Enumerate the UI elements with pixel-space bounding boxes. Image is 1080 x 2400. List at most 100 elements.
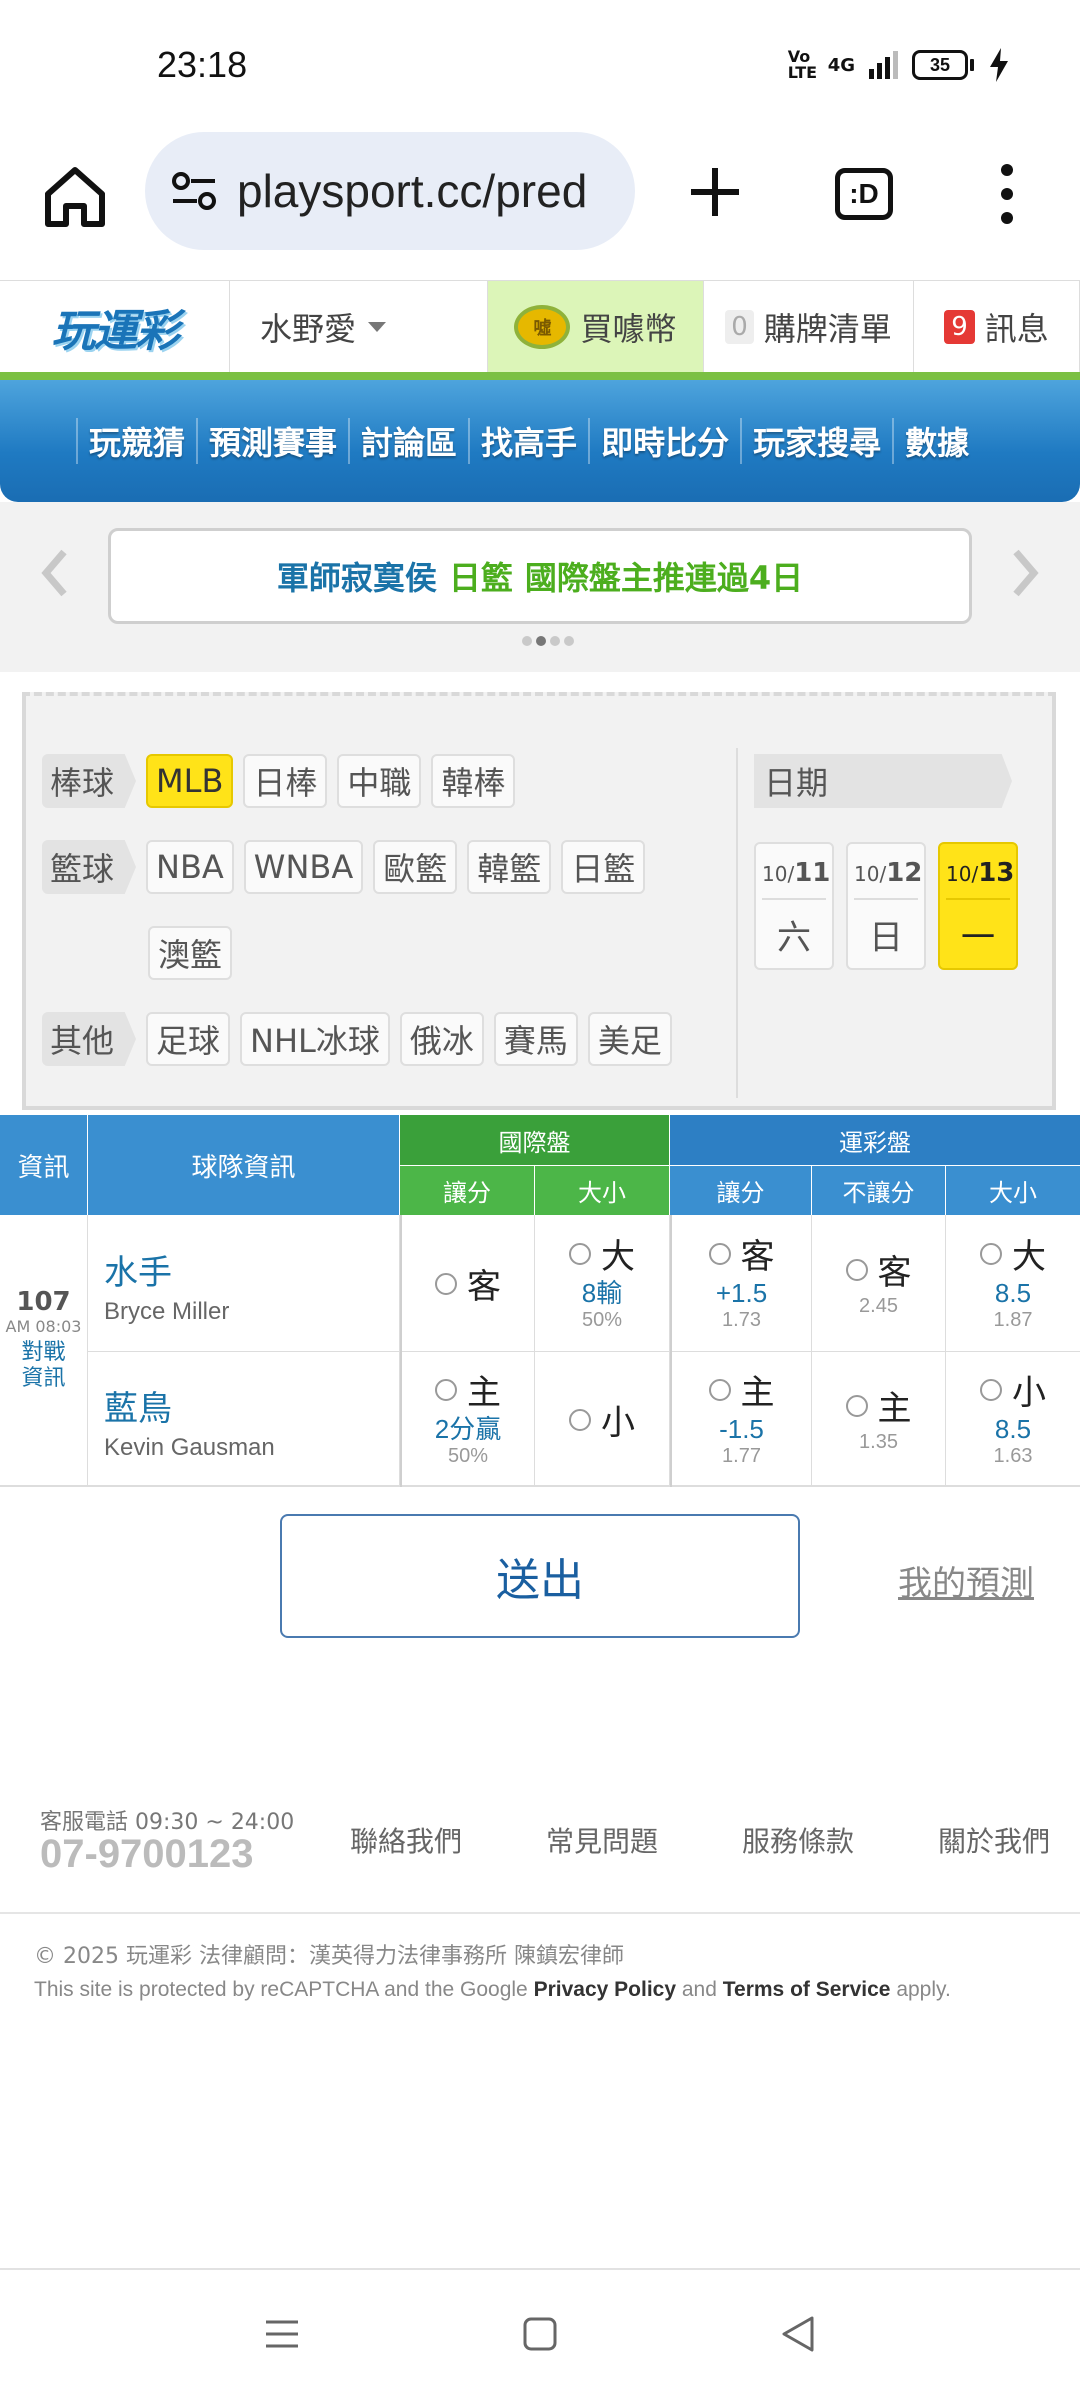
- game-info: 107 AM 08:03 對戰 資訊: [0, 1215, 88, 1487]
- intl-spread-home[interactable]: 主 2分贏 50%: [400, 1351, 535, 1487]
- chevron-right-icon[interactable]: [1010, 548, 1040, 598]
- league-chip[interactable]: 中職: [337, 754, 422, 808]
- league-chip[interactable]: 澳籃: [148, 926, 233, 980]
- charging-icon: [990, 48, 1008, 82]
- league-chip[interactable]: 足球: [146, 1012, 231, 1066]
- league-chip-mlb[interactable]: MLB: [146, 754, 234, 808]
- category-label: 棒球: [42, 754, 137, 808]
- date-card[interactable]: 10/11 六: [754, 842, 834, 970]
- radio-button[interactable]: [708, 1378, 731, 1401]
- system-nav-bar: [0, 2268, 1080, 2400]
- radio-button[interactable]: [435, 1378, 457, 1401]
- nav-item-live-score[interactable]: 即時比分: [588, 418, 740, 464]
- buy-coins-button[interactable]: 噓 買噱幣: [488, 281, 704, 373]
- radio-button[interactable]: [845, 1258, 868, 1281]
- sp-total-away[interactable]: 大 8.5 1.87: [946, 1215, 1080, 1351]
- radio-button[interactable]: [845, 1394, 868, 1417]
- new-tab-icon[interactable]: [685, 162, 745, 222]
- intl-total-home[interactable]: 小: [535, 1351, 670, 1487]
- league-chip[interactable]: 俄冰: [399, 1012, 484, 1066]
- url-text: playsport.cc/pred: [237, 165, 588, 217]
- sp-moneyline-home[interactable]: 主 1.35: [812, 1351, 946, 1487]
- message-count-badge: 9: [944, 310, 975, 344]
- radio-button[interactable]: [569, 1242, 591, 1265]
- filter-panel: 棒球 MLB 日棒 中職 韓棒 籃球 NBA WNBA 歐籃 韓籃 日籃 澳籃 …: [22, 692, 1056, 1110]
- footer-link-faq[interactable]: 常見問題: [546, 1820, 658, 1860]
- team-name[interactable]: 水手: [104, 1245, 399, 1294]
- team-name[interactable]: 藍鳥: [104, 1381, 399, 1430]
- user-menu[interactable]: 水野愛: [230, 281, 488, 373]
- my-predictions-link[interactable]: 我的預測: [898, 1556, 1034, 1605]
- nav-item-data[interactable]: 數據: [892, 418, 980, 464]
- sp-total-home[interactable]: 小 8.5 1.63: [946, 1351, 1080, 1487]
- league-chip[interactable]: 賽馬: [493, 1012, 578, 1066]
- league-chip[interactable]: 日籃: [561, 840, 646, 894]
- date-card[interactable]: 10/12 日: [846, 842, 926, 970]
- address-bar[interactable]: playsport.cc/pred: [145, 132, 635, 250]
- intl-total-away[interactable]: 大 8輸 50%: [535, 1215, 670, 1351]
- header-sp-moneyline: 不讓分: [812, 1165, 946, 1215]
- nav-item-player-search[interactable]: 玩家搜尋: [740, 418, 892, 464]
- filter-row-basketball: 籃球 NBA WNBA 歐籃 韓籃 日籃: [42, 840, 646, 894]
- away-team: 水手 Bryce Miller: [88, 1215, 400, 1351]
- chevron-left-icon[interactable]: [40, 548, 70, 598]
- main-nav: 玩競猜 預測賽事 討論區 找高手 即時比分 玩家搜尋 數據: [0, 380, 1080, 502]
- filter-row-other: 其他 足球 NHL冰球 俄冰 賽馬 美足: [42, 1012, 672, 1066]
- header-team: 球隊資訊: [88, 1115, 400, 1215]
- footer-links: 聯絡我們 常見問題 服務條款 關於我們: [350, 1820, 1050, 1860]
- radio-button[interactable]: [569, 1408, 591, 1431]
- footer-link-about[interactable]: 關於我們: [938, 1820, 1050, 1860]
- footer-link-terms[interactable]: 服務條款: [742, 1820, 854, 1860]
- league-chip[interactable]: 美足: [587, 1012, 672, 1066]
- privacy-policy-link[interactable]: Privacy Policy: [534, 1978, 676, 2001]
- sp-spread-away[interactable]: 客 +1.5 1.73: [670, 1215, 812, 1351]
- submit-button[interactable]: 送出: [280, 1514, 800, 1638]
- radio-button[interactable]: [708, 1242, 731, 1265]
- site-settings-icon[interactable]: [169, 171, 219, 211]
- copyright: © 2025 玩運彩 法律顧問：漢英得力法律事務所 陳鎮宏律師: [34, 1944, 624, 1969]
- battery-icon: 35: [912, 50, 974, 80]
- header-divider: [0, 372, 1080, 380]
- nav-item-forum[interactable]: 討論區: [348, 418, 468, 464]
- volte-icon: Vo LTE: [787, 47, 818, 82]
- league-chip[interactable]: 韓籃: [467, 840, 552, 894]
- tab-switcher-button[interactable]: :D: [835, 168, 893, 220]
- league-chip[interactable]: NHL冰球: [240, 1012, 390, 1066]
- terms-of-service-link[interactable]: Terms of Service: [723, 1978, 891, 2001]
- league-chip[interactable]: 日棒: [243, 754, 328, 808]
- site-logo[interactable]: 玩運彩: [0, 281, 230, 373]
- sp-moneyline-away[interactable]: 客 2.45: [812, 1215, 946, 1351]
- sp-spread-home[interactable]: 主 -1.5 1.77: [670, 1351, 812, 1487]
- league-chip[interactable]: NBA: [146, 840, 234, 894]
- header-sp-spread: 讓分: [670, 1165, 812, 1215]
- nav-item-games[interactable]: 玩競猜: [76, 418, 196, 464]
- back-icon[interactable]: [778, 2314, 818, 2354]
- radio-button[interactable]: [435, 1272, 457, 1295]
- site-header: 玩運彩 水野愛 噓 買噱幣 0 購牌清單 9 訊息: [0, 280, 1080, 373]
- banner-headline[interactable]: 軍師寂寞侯 日籃 國際盤主推連過4日: [108, 528, 972, 624]
- home-square-icon[interactable]: [520, 2314, 560, 2354]
- footer-divider: [0, 1912, 1080, 1914]
- radio-button[interactable]: [980, 1242, 1002, 1265]
- footer-link-contact[interactable]: 聯絡我們: [350, 1820, 462, 1860]
- radio-button[interactable]: [980, 1378, 1002, 1401]
- recents-menu-icon[interactable]: [262, 2314, 302, 2354]
- cart-button[interactable]: 0 購牌清單: [704, 281, 914, 373]
- carousel-dots: [522, 636, 574, 646]
- nav-item-predict[interactable]: 預測賽事: [196, 418, 348, 464]
- intl-spread-away[interactable]: 客: [400, 1215, 535, 1351]
- date-card-selected[interactable]: 10/13 一: [938, 842, 1018, 970]
- league-chip[interactable]: 韓棒: [431, 754, 516, 808]
- browser-toolbar: playsport.cc/pred :D: [0, 130, 1080, 280]
- home-icon[interactable]: [40, 162, 110, 232]
- matchup-link[interactable]: 對戰 資訊: [0, 1340, 87, 1392]
- league-chip[interactable]: WNBA: [243, 840, 364, 894]
- game-row: 107 AM 08:03 對戰 資訊 水手 Bryce Miller 客 大 8輸…: [0, 1215, 1080, 1487]
- messages-button[interactable]: 9 訊息: [914, 281, 1080, 373]
- signal-icon: [869, 51, 898, 79]
- more-menu-icon[interactable]: [995, 164, 1019, 224]
- service-phone[interactable]: 07-9700123: [40, 1832, 254, 1877]
- league-chip[interactable]: 歐籃: [373, 840, 458, 894]
- system-icons: Vo LTE 4G 35: [788, 48, 1010, 82]
- nav-item-experts[interactable]: 找高手: [468, 418, 588, 464]
